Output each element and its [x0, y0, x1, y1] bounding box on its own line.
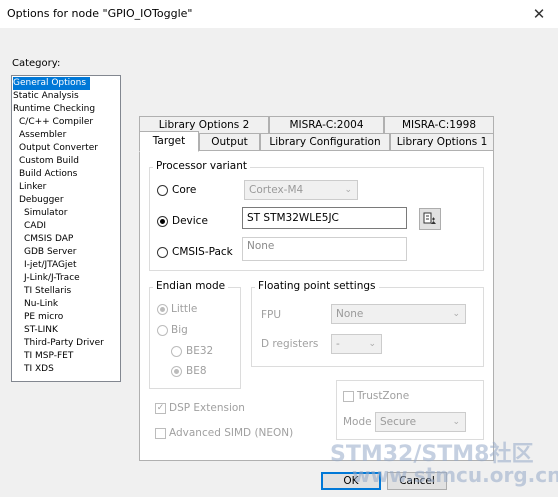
cmsis-pack-field[interactable]: None [242, 237, 407, 261]
trustzone-checkbox[interactable] [343, 391, 354, 402]
category-item[interactable]: ST-LINK [13, 324, 62, 337]
category-item[interactable]: TI MSP-FET [13, 350, 77, 363]
fpu-select-value: None [336, 308, 364, 320]
window-title: Options for node "GPIO_IOToggle" [7, 7, 193, 20]
advanced-simd-checkbox[interactable] [155, 428, 166, 439]
category-item[interactable]: Assembler [13, 129, 70, 142]
processor-variant-legend: Processor variant [153, 160, 250, 172]
fpu-select[interactable]: None ⌄ [331, 304, 466, 324]
d-registers-select[interactable]: - ⌄ [331, 334, 382, 354]
endian-mode-legend: Endian mode [153, 280, 229, 292]
be32-radio[interactable] [171, 346, 182, 357]
device-label: Device [172, 215, 208, 227]
category-item[interactable]: TI XDS [13, 363, 58, 376]
big-radio[interactable] [157, 325, 168, 336]
be8-label: BE8 [186, 365, 207, 377]
d-registers-label: D registers [261, 338, 319, 350]
chevron-down-icon: ⌄ [452, 417, 460, 427]
device-radio[interactable] [157, 216, 168, 227]
device-select-icon [423, 212, 436, 224]
category-item[interactable]: TI Stellaris [13, 285, 75, 298]
device-browse-button[interactable] [419, 208, 441, 230]
watermark-line-2: www.stmcu.org.cn [352, 463, 558, 487]
category-item[interactable]: Custom Build [13, 155, 83, 168]
cmsis-pack-label: CMSIS-Pack [172, 246, 233, 258]
trustzone-label: TrustZone [357, 390, 410, 402]
chevron-down-icon: ⌄ [368, 339, 376, 349]
tab-misra-c-2004[interactable]: MISRA-C:2004 [269, 116, 384, 134]
category-item[interactable]: Linker [13, 181, 50, 194]
category-item[interactable]: General Options [13, 77, 91, 90]
floating-point-legend: Floating point settings [255, 280, 379, 292]
mode-select-value: Secure [380, 416, 417, 428]
tab-target[interactable]: Target [139, 131, 199, 152]
category-item[interactable]: Nu-Link [13, 298, 62, 311]
category-item[interactable]: C/C++ Compiler [13, 116, 97, 129]
category-item[interactable]: J-Link/J-Trace [13, 272, 84, 285]
core-radio[interactable] [157, 185, 168, 196]
device-field[interactable]: ST STM32WLE5JC [242, 207, 407, 229]
category-item[interactable]: Build Actions [13, 168, 81, 181]
category-item[interactable]: CMSIS DAP [13, 233, 77, 246]
core-select-value: Cortex-M4 [249, 184, 304, 196]
category-item[interactable]: Third-Party Driver [13, 337, 108, 350]
advanced-simd-label: Advanced SIMD (NEON) [169, 427, 294, 439]
tab-output[interactable]: Output [199, 133, 260, 151]
little-label: Little [171, 303, 198, 315]
tab-misra-c-1998[interactable]: MISRA-C:1998 [384, 116, 494, 134]
category-list[interactable]: General Options Static Analysis Runtime Ch… [11, 75, 121, 382]
category-item[interactable]: GDB Server [13, 246, 80, 259]
little-radio[interactable] [157, 304, 168, 315]
category-item[interactable]: PE micro [13, 311, 67, 324]
fpu-label: FPU [261, 309, 282, 321]
category-label: Category: [12, 58, 61, 69]
cmsis-pack-radio[interactable] [157, 247, 168, 258]
category-item[interactable]: Output Converter [13, 142, 102, 155]
floating-point-group [251, 287, 484, 367]
category-item[interactable]: Debugger [13, 194, 68, 207]
chevron-down-icon: ⌄ [452, 309, 460, 319]
category-item[interactable]: CADI [13, 220, 50, 233]
core-select[interactable]: Cortex-M4 ⌄ [244, 180, 358, 200]
big-label: Big [171, 324, 188, 336]
be8-radio[interactable] [171, 366, 182, 377]
category-item[interactable]: Runtime Checking [13, 103, 99, 116]
category-item[interactable]: I-jet/JTAGjet [13, 259, 81, 272]
core-label: Core [172, 184, 197, 196]
mode-select[interactable]: Secure ⌄ [375, 412, 466, 432]
chevron-down-icon: ⌄ [344, 185, 352, 195]
mode-label: Mode [343, 416, 372, 428]
category-item[interactable]: Static Analysis [13, 90, 83, 103]
d-registers-select-value: - [336, 338, 340, 350]
tab-library-options-1[interactable]: Library Options 1 [390, 133, 494, 151]
dsp-extension-checkbox[interactable]: ✓ [155, 403, 166, 414]
dsp-extension-label: DSP Extension [169, 402, 245, 414]
close-button[interactable]: ✕ [526, 4, 552, 24]
be32-label: BE32 [186, 345, 214, 357]
tab-library-configuration[interactable]: Library Configuration [260, 133, 390, 151]
category-item[interactable]: Simulator [13, 207, 71, 220]
